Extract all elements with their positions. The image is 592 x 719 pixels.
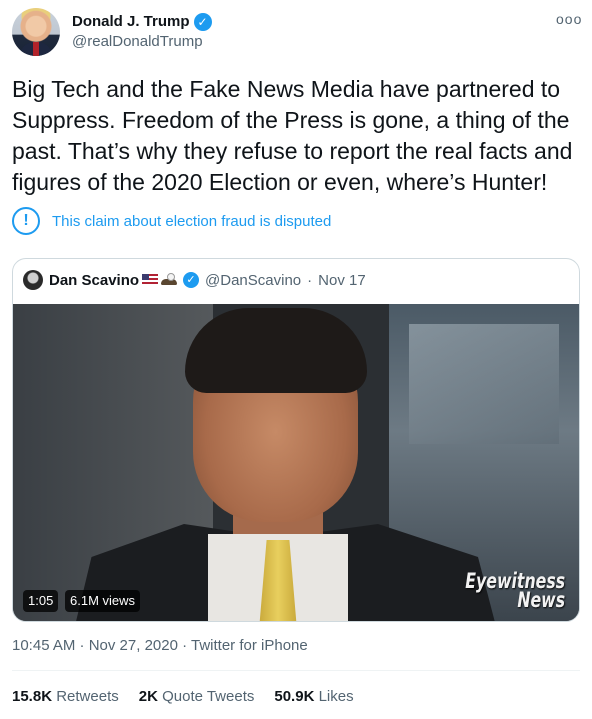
quoted-verified-badge-icon: ✓ [183,272,200,288]
quote-tweets-count: 2K [138,688,158,705]
news-logo-line2: News [517,588,565,612]
verified-badge-icon: ✓ [193,13,212,31]
tweet-text: Big Tech and the Fake News Media have pa… [12,76,573,195]
quoted-tweet-date: Nov 17 [318,271,366,289]
tweet-header: Donald J. Trump ✓ @realDonaldTrump ooo [12,8,581,60]
author-display-name[interactable]: Donald J. Trump ✓ [72,12,212,32]
tweet-stats: 15.8K Retweets 2K Quote Tweets 50.9K Lik… [12,688,354,705]
video-player[interactable]: Eyewitness News 1:05 6.1M views [13,304,579,621]
eagle-icon [161,273,178,287]
quoted-author-handle: @DanScavino [205,271,302,289]
us-flag-icon [142,274,159,286]
quoted-tweet-card[interactable]: Dan Scavino ✓ @DanScavino · Nov 17 Eyewi… [12,258,580,622]
likes-stat[interactable]: 50.9K Likes [274,688,353,705]
quoted-separator: · [307,271,313,289]
quote-tweets-stat[interactable]: 2K Quote Tweets [139,688,255,705]
avatar-tie [33,42,39,56]
retweets-label: Retweets [56,688,119,705]
tweet-timestamp[interactable]: 10:45 AM · Nov 27, 2020 · Twitter for iP… [12,637,308,654]
video-views-badge: 6.1M views [65,590,141,612]
video-background-window [409,324,559,444]
quoted-author-avatar [23,270,43,290]
quoted-author-name: Dan Scavino [49,271,178,289]
quoted-author-name-text: Dan Scavino [49,271,140,289]
stats-divider [12,670,580,671]
author-handle[interactable]: @realDonaldTrump [72,32,212,52]
news-channel-logo: Eyewitness News [465,571,565,612]
author-name-text: Donald J. Trump [72,13,190,30]
quote-tweets-label: Quote Tweets [162,688,255,705]
retweets-stat[interactable]: 15.8K Retweets [12,688,119,705]
likes-count: 50.9K [274,688,315,705]
more-options-icon[interactable]: ooo [556,12,581,32]
likes-label: Likes [318,688,354,705]
author-name-block[interactable]: Donald J. Trump ✓ @realDonaldTrump [72,12,212,52]
disputed-claim-notice[interactable]: ! This claim about election fraud is dis… [12,205,331,237]
quoted-tweet-header: Dan Scavino ✓ @DanScavino · Nov 17 [23,269,366,291]
exclamation-circle-icon: ! [12,207,40,235]
disputed-claim-text[interactable]: This claim about election fraud is dispu… [52,213,331,230]
video-duration-badge: 1:05 [23,590,59,612]
retweets-count: 15.8K [12,688,53,705]
anchor-hair [185,308,367,393]
author-avatar[interactable] [12,8,60,56]
